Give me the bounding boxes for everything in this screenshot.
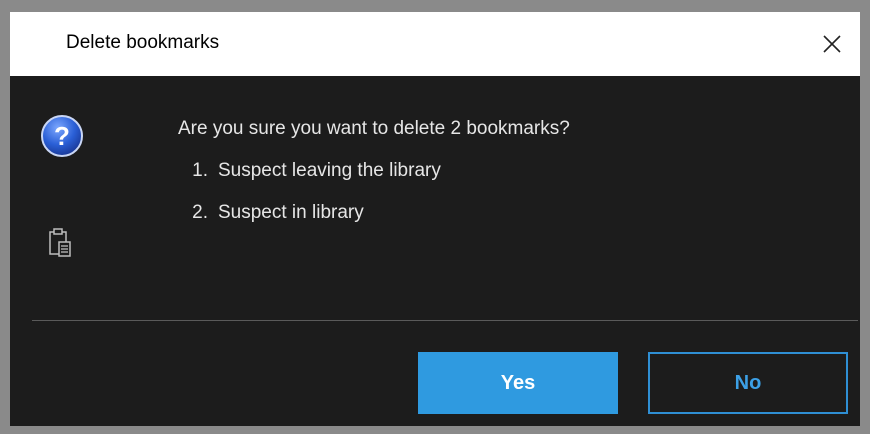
list-item: 2. Suspect in library [178,202,441,244]
no-button[interactable]: No [648,352,848,414]
title-bar: Delete bookmarks [10,0,860,76]
list-item-number: 2. [192,202,208,223]
question-icon: ? [41,115,83,157]
confirmation-question: Are you sure you want to delete 2 bookma… [178,118,570,139]
delete-bookmarks-dialog: Delete bookmarks ? Are you sure you want… [0,0,870,434]
svg-text:?: ? [54,121,70,151]
list-item-number: 1. [192,160,208,181]
list-item-label: Suspect leaving the library [218,160,441,181]
yes-button[interactable]: Yes [418,352,618,414]
close-button[interactable] [814,26,850,62]
close-icon [823,35,841,53]
list-item-label: Suspect in library [218,202,364,223]
dialog-body: ? Are you sure you want to delete 2 book… [10,76,860,426]
divider [32,320,858,321]
list-item: 1. Suspect leaving the library [178,160,441,202]
dialog-title: Delete bookmarks [66,32,220,53]
clipboard-copy-icon[interactable] [48,226,74,258]
bookmark-list: 1. Suspect leaving the library 2. Suspec… [178,160,441,244]
